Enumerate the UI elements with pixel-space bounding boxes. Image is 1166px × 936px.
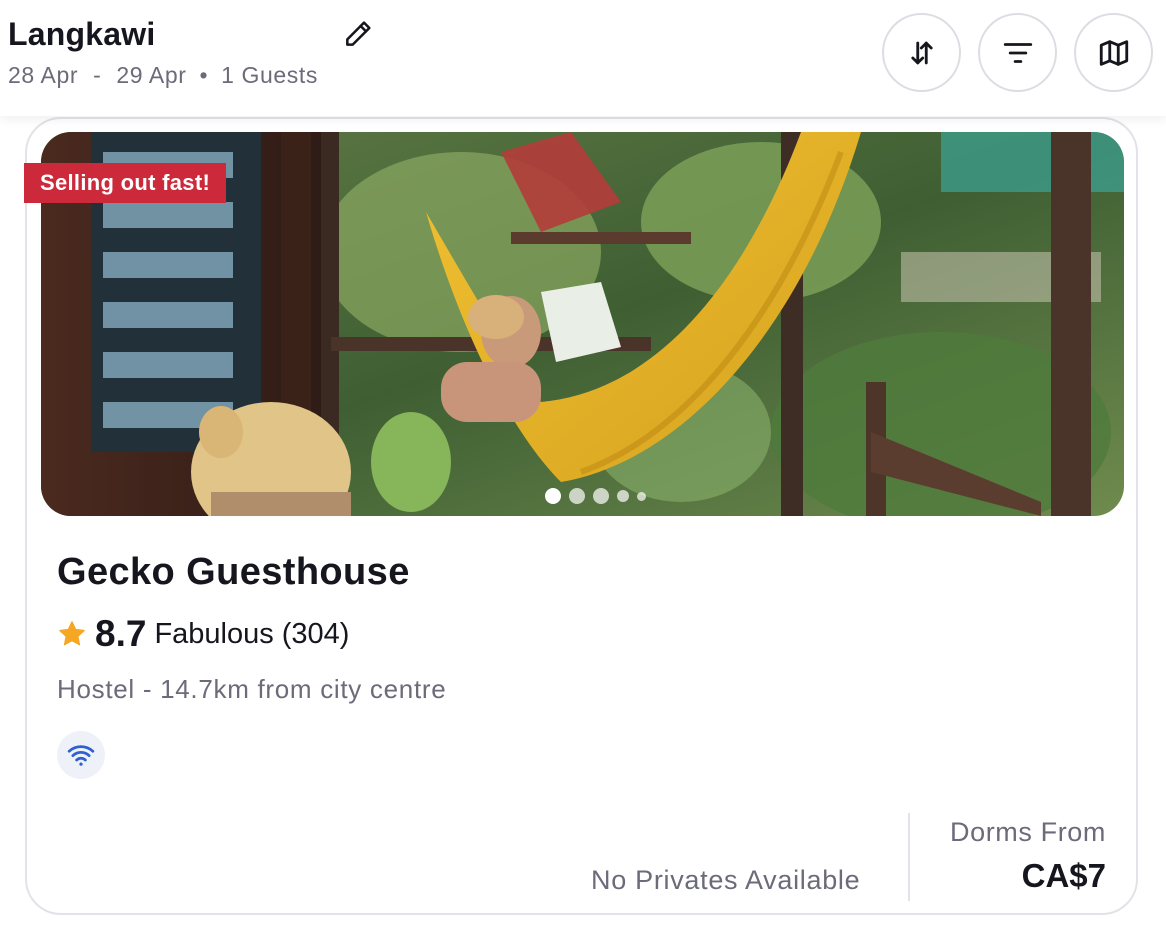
city-title[interactable]: Langkawi <box>8 16 155 53</box>
rating-row: 8.7 Fabulous (304) <box>57 613 349 655</box>
review-count: (304) <box>281 617 350 650</box>
badge-wrapper: Selling out fast! <box>24 163 227 203</box>
map-icon <box>1099 39 1128 66</box>
wifi-amenity <box>57 731 105 779</box>
property-type-distance: Hostel - 14.7km from city centre <box>57 674 447 704</box>
price-divider <box>908 813 910 901</box>
sort-arrows-icon <box>910 41 933 64</box>
carousel-dot[interactable] <box>569 488 585 504</box>
selling-out-badge: Selling out fast! <box>24 163 227 203</box>
search-header: Langkawi 28 Apr - 29 Apr • 1 Guests <box>0 0 1166 116</box>
carousel-dot[interactable] <box>545 488 561 504</box>
carousel-indicator[interactable] <box>545 488 646 504</box>
carousel-dot[interactable] <box>593 488 609 504</box>
date-separator: - <box>93 62 102 88</box>
date-to: 29 Apr <box>116 62 187 88</box>
sort-button[interactable] <box>882 13 961 92</box>
wifi-icon <box>67 745 95 766</box>
property-card[interactable]: Gecko Guesthouse 8.7 Fabulous (304) Host… <box>25 117 1138 915</box>
rating-label: Fabulous <box>154 617 274 650</box>
edit-search-button[interactable] <box>338 14 378 54</box>
map-button[interactable] <box>1074 13 1153 92</box>
date-from: 28 Apr <box>8 62 79 88</box>
filter-button[interactable] <box>978 13 1057 92</box>
privates-availability: No Privates Available <box>591 865 861 895</box>
property-name[interactable]: Gecko Guesthouse <box>57 551 410 594</box>
carousel-dot[interactable] <box>617 490 629 502</box>
pencil-icon <box>346 21 371 46</box>
dorms-from-label: Dorms From <box>950 817 1106 847</box>
carousel-dot[interactable] <box>637 491 646 501</box>
guest-count: 1 Guests <box>221 62 318 88</box>
filter-icon <box>1003 42 1032 63</box>
separator-dot: • <box>199 62 209 88</box>
search-summary[interactable]: 28 Apr - 29 Apr • 1 Guests <box>8 62 318 89</box>
star-icon <box>59 621 85 646</box>
rating-score: 8.7 <box>95 613 147 654</box>
dorms-price: CA$7 <box>1021 857 1106 894</box>
